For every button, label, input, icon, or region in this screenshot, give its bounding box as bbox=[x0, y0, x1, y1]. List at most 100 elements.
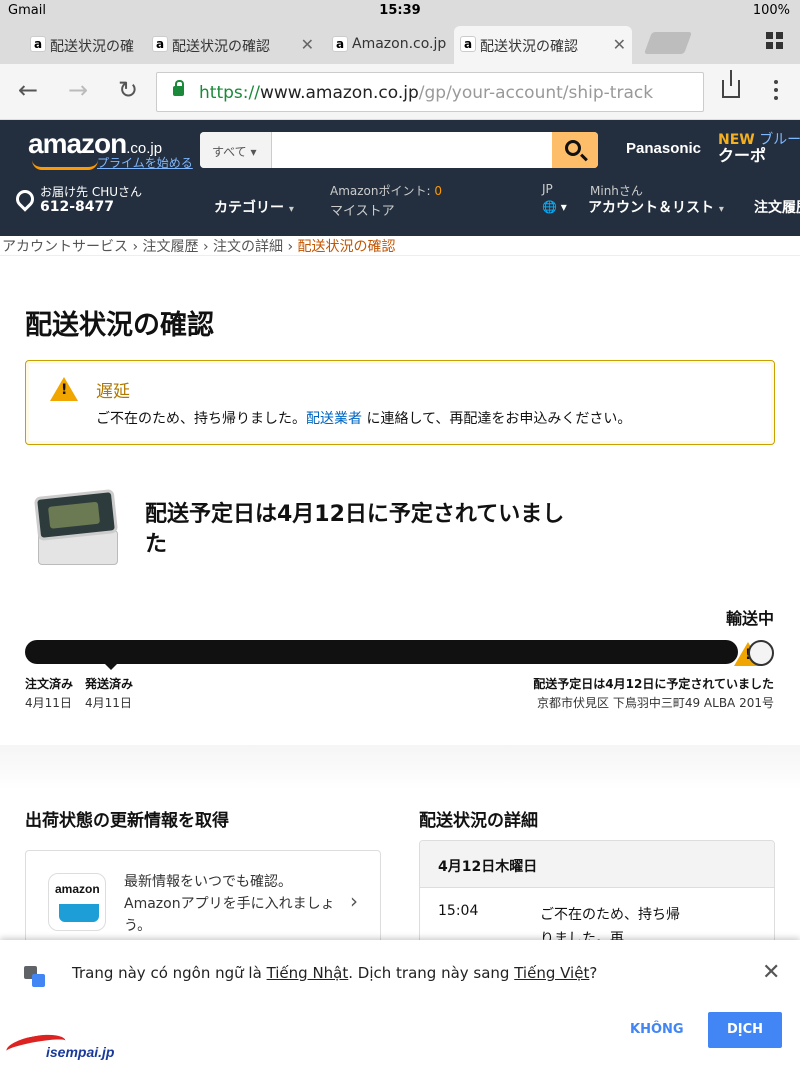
battery-label: 100% bbox=[752, 3, 790, 18]
points-text: Amazonポイント: bbox=[330, 184, 431, 198]
amazon-favicon-icon: a bbox=[460, 36, 476, 52]
delivery-address: 京都市伏見区 下鳥羽中三町49 ALBA 201号 bbox=[537, 696, 774, 710]
points-label[interactable]: Amazonポイント: 0 bbox=[330, 182, 442, 199]
amazon-nav: お届け先 CHUさん 612-8477 カテゴリー ▾ Amazonポイント: … bbox=[0, 182, 800, 236]
amazon-favicon-icon: a bbox=[30, 36, 46, 52]
breadcrumb-current: 配送状況の確認 bbox=[297, 239, 396, 255]
prime-link[interactable]: プライムを始める bbox=[97, 154, 193, 171]
carrier-link[interactable]: 配送業者 bbox=[306, 411, 362, 427]
search-box: すべて ▾ bbox=[200, 132, 598, 168]
page-title: 配送状況の確認 bbox=[25, 310, 214, 341]
tab-label: 配送状況の確 bbox=[50, 39, 134, 55]
amazon-favicon-icon: a bbox=[332, 36, 348, 52]
breadcrumb-account[interactable]: アカウントサービス bbox=[2, 239, 128, 255]
delivery-note: 配送予定日は4月12日に予定されていました bbox=[533, 677, 774, 691]
location-pin-icon bbox=[12, 186, 38, 212]
alert-message: ご不在のため、持ち帰りました。配送業者 に連絡して、再配達をお申込みください。 bbox=[96, 408, 631, 428]
detail-date: 4月12日木曜日 bbox=[420, 841, 774, 888]
deliver-to-label[interactable]: お届け先 CHUさん bbox=[40, 183, 142, 200]
ordered-date: 4月11日 bbox=[25, 696, 72, 710]
amazon-smile-icon bbox=[32, 160, 98, 170]
globe-icon[interactable]: 🌐 ▾ bbox=[542, 200, 567, 214]
alert-text-a: ご不在のため、持ち帰りました。 bbox=[96, 411, 306, 427]
toolbar: ← → ↻ https://www.amazon.co.jp/gp/your-a… bbox=[0, 64, 800, 120]
watermark: isempai.jp bbox=[4, 1030, 126, 1064]
tab-1[interactable]: a 配送状況の確 bbox=[24, 26, 142, 64]
url-scheme: https:// bbox=[199, 83, 260, 103]
delay-alert: 遅延 ご不在のため、持ち帰りました。配送業者 に連絡して、再配達をお申込みくださ… bbox=[25, 360, 775, 445]
tracking-detail-table: 4月12日木曜日 15:04 ご不在のため、持ち帰りました。再 bbox=[419, 840, 775, 950]
reload-icon[interactable]: ↻ bbox=[118, 78, 138, 102]
details-heading: 配送状況の詳細 bbox=[419, 811, 538, 831]
progress-marker bbox=[105, 664, 117, 670]
account-label: アカウント＆リスト bbox=[588, 200, 714, 216]
tab-switcher-icon[interactable] bbox=[766, 32, 784, 50]
target-language-link[interactable]: Tiếng Việt bbox=[514, 964, 589, 982]
amazon-app-icon: amazon bbox=[48, 873, 106, 931]
address-bar[interactable]: https://www.amazon.co.jp/gp/your-account… bbox=[156, 72, 704, 112]
lock-icon bbox=[173, 80, 184, 96]
tab-label: Amazon.co.jp bbox=[352, 36, 447, 52]
status-bar: Gmail 15:39 100% bbox=[0, 0, 800, 22]
language-label[interactable]: JP bbox=[542, 182, 553, 196]
updates-heading: 出荷状態の更新情報を取得 bbox=[25, 811, 229, 831]
breadcrumb-order-detail[interactable]: 注文の詳細 bbox=[213, 239, 283, 255]
account-menu[interactable]: アカウント＆リスト ▾ bbox=[588, 197, 724, 217]
warning-icon bbox=[50, 377, 78, 401]
panasonic-ad-logo[interactable]: Panasonic bbox=[626, 140, 701, 157]
promo-sub: クーポ bbox=[718, 146, 767, 165]
tab-2[interactable]: a 配送状況の確認 ✕ bbox=[146, 26, 320, 64]
translate-text-c: ? bbox=[589, 964, 598, 982]
back-arrow-icon[interactable]: ← bbox=[18, 78, 38, 102]
search-category-select[interactable]: すべて ▾ bbox=[200, 132, 272, 168]
decline-translate-button[interactable]: KHÔNG bbox=[630, 1022, 684, 1037]
translate-icon bbox=[24, 966, 46, 988]
clock: 15:39 bbox=[379, 3, 421, 18]
categories-menu[interactable]: カテゴリー ▾ bbox=[214, 197, 294, 217]
shipped-date: 4月11日 bbox=[85, 696, 132, 710]
shipment-status: 輸送中 bbox=[725, 609, 774, 628]
breadcrumb: アカウントサービス › 注文履歴 › 注文の詳細 › 配送状況の確認 bbox=[0, 236, 800, 256]
search-icon bbox=[565, 140, 581, 156]
url-path: /gp/your-account/ship-track bbox=[418, 83, 654, 103]
close-icon[interactable]: ✕ bbox=[762, 960, 780, 985]
postal-code[interactable]: 612-8477 bbox=[40, 199, 114, 215]
alert-text-b: に連絡して、再配達をお申込みください。 bbox=[362, 411, 632, 427]
app-icon-text: amazon bbox=[55, 882, 100, 896]
app-promo-text: 最新情報をいつでも確認。Amazonアプリを手に入れましょう。 bbox=[124, 874, 335, 934]
share-icon[interactable] bbox=[722, 70, 740, 98]
translate-message: Trang này có ngôn ngữ là Tiếng Nhật. Dịc… bbox=[72, 964, 597, 982]
new-tab-button[interactable] bbox=[643, 32, 693, 54]
chevron-right-icon: › bbox=[350, 889, 358, 913]
tab-3[interactable]: a Amazon.co.jp bbox=[326, 26, 448, 64]
close-tab-icon[interactable]: ✕ bbox=[613, 35, 626, 54]
tab-4-active[interactable]: a 配送状況の確認 ✕ bbox=[454, 26, 632, 64]
search-category-label: すべて bbox=[212, 145, 247, 159]
more-menu-icon[interactable] bbox=[774, 80, 778, 104]
ordered-label: 注文済み bbox=[25, 677, 74, 691]
event-time: 15:04 bbox=[438, 903, 479, 919]
search-button[interactable] bbox=[552, 132, 598, 168]
translate-text-b: . Dịch trang này sang bbox=[348, 964, 515, 982]
orders-link[interactable]: 注文履歴 bbox=[754, 197, 800, 217]
shipped-label: 発送済み bbox=[85, 677, 134, 691]
tab-label: 配送状況の確認 bbox=[480, 39, 578, 55]
tab-strip: a 配送状況の確 a 配送状況の確認 ✕ a Amazon.co.jp a 配送… bbox=[0, 22, 800, 64]
amazon-favicon-icon: a bbox=[152, 36, 168, 52]
forward-arrow-icon[interactable]: → bbox=[68, 78, 88, 102]
close-tab-icon[interactable]: ✕ bbox=[301, 35, 314, 54]
source-language-link[interactable]: Tiếng Nhật bbox=[267, 964, 349, 982]
product-image[interactable] bbox=[30, 485, 130, 570]
delivery-endpoint bbox=[748, 640, 774, 666]
promo-banner[interactable]: NEW ブルーレ クーポ bbox=[718, 132, 800, 165]
mystore-link[interactable]: マイストア bbox=[330, 200, 395, 219]
amazon-header: amazon.co.jp プライムを始める すべて ▾ Panasonic NE… bbox=[0, 120, 800, 184]
breadcrumb-orders[interactable]: 注文履歴 bbox=[143, 239, 199, 255]
translate-button[interactable]: DỊCH bbox=[708, 1012, 782, 1048]
app-promo-card[interactable]: amazon 最新情報をいつでも確認。Amazonアプリを手に入れましょう。 › bbox=[25, 850, 381, 950]
categories-label: カテゴリー bbox=[214, 200, 284, 216]
url-host: www.amazon.co.jp bbox=[259, 83, 419, 103]
points-value: 0 bbox=[434, 184, 443, 198]
tab-label: 配送状況の確認 bbox=[172, 39, 270, 55]
watermark-text: isempai.jp bbox=[46, 1044, 115, 1060]
